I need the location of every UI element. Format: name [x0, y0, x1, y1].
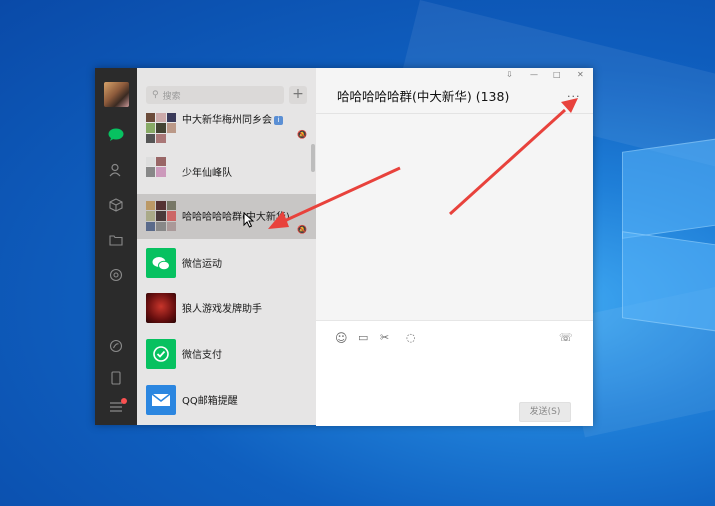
- mini-programs-icon[interactable]: [107, 337, 125, 355]
- contacts-icon[interactable]: [107, 161, 125, 179]
- chat-list: ⚲ 搜索 + 中大新华梅州同乡会 i 🔕 少年仙峰队 哈哈哈哈哈群(中大新华) …: [137, 68, 316, 425]
- mouse-cursor: [243, 212, 255, 228]
- chat-header: ⇩ — □ ✕ 哈哈哈哈哈群(中大新华) (138) ···: [316, 68, 593, 114]
- call-icon[interactable]: ☏: [559, 331, 573, 344]
- wechat-pay-icon: [146, 339, 176, 369]
- group-avatar: [146, 113, 176, 143]
- windows-logo: [622, 130, 715, 332]
- mute-icon: 🔕: [297, 225, 307, 234]
- message-input[interactable]: ☺ ▭ ✂ ◌ ☏ 发送(S): [316, 320, 593, 426]
- add-chat-button[interactable]: +: [289, 86, 307, 104]
- chat-icon[interactable]: [107, 126, 125, 144]
- list-scrollbar[interactable]: [311, 144, 315, 172]
- close-button[interactable]: ✕: [577, 70, 584, 79]
- chat-panel: ⇩ — □ ✕ 哈哈哈哈哈群(中大新华) (138) ··· ☺ ▭ ✂ ◌ ☏…: [316, 68, 593, 426]
- moments-icon[interactable]: [107, 266, 125, 284]
- group-avatar: [146, 201, 176, 231]
- message-area: [316, 114, 593, 320]
- search-icon: ⚲: [152, 90, 159, 100]
- search-input[interactable]: ⚲ 搜索: [146, 86, 284, 104]
- maximize-button[interactable]: □: [553, 70, 561, 79]
- avatar[interactable]: [104, 82, 129, 107]
- notification-dot: [121, 398, 127, 404]
- screenshot-icon[interactable]: ✂: [380, 331, 389, 344]
- mail-icon: [146, 385, 176, 415]
- chat-item[interactable]: 微信支付: [137, 332, 316, 377]
- chat-title: 哈哈哈哈哈群(中大新华) (138): [337, 89, 510, 104]
- chat-name: 中大新华梅州同乡会: [182, 115, 272, 126]
- chat-item[interactable]: 微信运动: [137, 241, 316, 286]
- wechat-window: ⚲ 搜索 + 中大新华梅州同乡会 i 🔕 少年仙峰队 哈哈哈哈哈群(中大新华) …: [95, 68, 593, 426]
- pin-icon[interactable]: ⇩: [506, 70, 513, 79]
- file-icon[interactable]: ▭: [358, 331, 368, 344]
- chat-item[interactable]: 狼人游戏发牌助手: [137, 286, 316, 331]
- chat-name: 微信支付: [182, 350, 222, 361]
- chat-name: 微信运动: [182, 259, 222, 270]
- nav-sidebar: [95, 68, 137, 425]
- chat-history-icon[interactable]: ◌: [406, 331, 416, 344]
- minimize-button[interactable]: —: [530, 70, 538, 79]
- wechat-sport-icon: [146, 248, 176, 278]
- werewolf-game-icon: [146, 293, 176, 323]
- chat-item[interactable]: 少年仙峰队: [137, 150, 316, 195]
- send-button[interactable]: 发送(S): [519, 402, 571, 422]
- chat-name: 狼人游戏发牌助手: [182, 304, 262, 315]
- search-placeholder: 搜索: [162, 91, 181, 102]
- files-icon[interactable]: [107, 231, 125, 249]
- phone-icon[interactable]: [107, 369, 125, 387]
- chat-name: 少年仙峰队: [182, 168, 232, 179]
- group-avatar: [146, 157, 176, 187]
- more-options-button[interactable]: ···: [567, 90, 581, 103]
- chat-item-selected[interactable]: 哈哈哈哈哈群(中大新华) 🔕: [137, 194, 316, 239]
- chat-name: 哈哈哈哈哈群(中大新华): [182, 212, 290, 223]
- chat-item[interactable]: QQ邮箱提醒: [137, 378, 316, 423]
- favorites-icon[interactable]: [107, 196, 125, 214]
- chat-item[interactable]: 中大新华梅州同乡会 i 🔕: [137, 106, 316, 151]
- chat-name: QQ邮箱提醒: [182, 396, 238, 407]
- emoji-icon[interactable]: ☺: [335, 331, 348, 345]
- mute-icon: 🔕: [297, 130, 307, 139]
- info-badge: i: [274, 115, 283, 125]
